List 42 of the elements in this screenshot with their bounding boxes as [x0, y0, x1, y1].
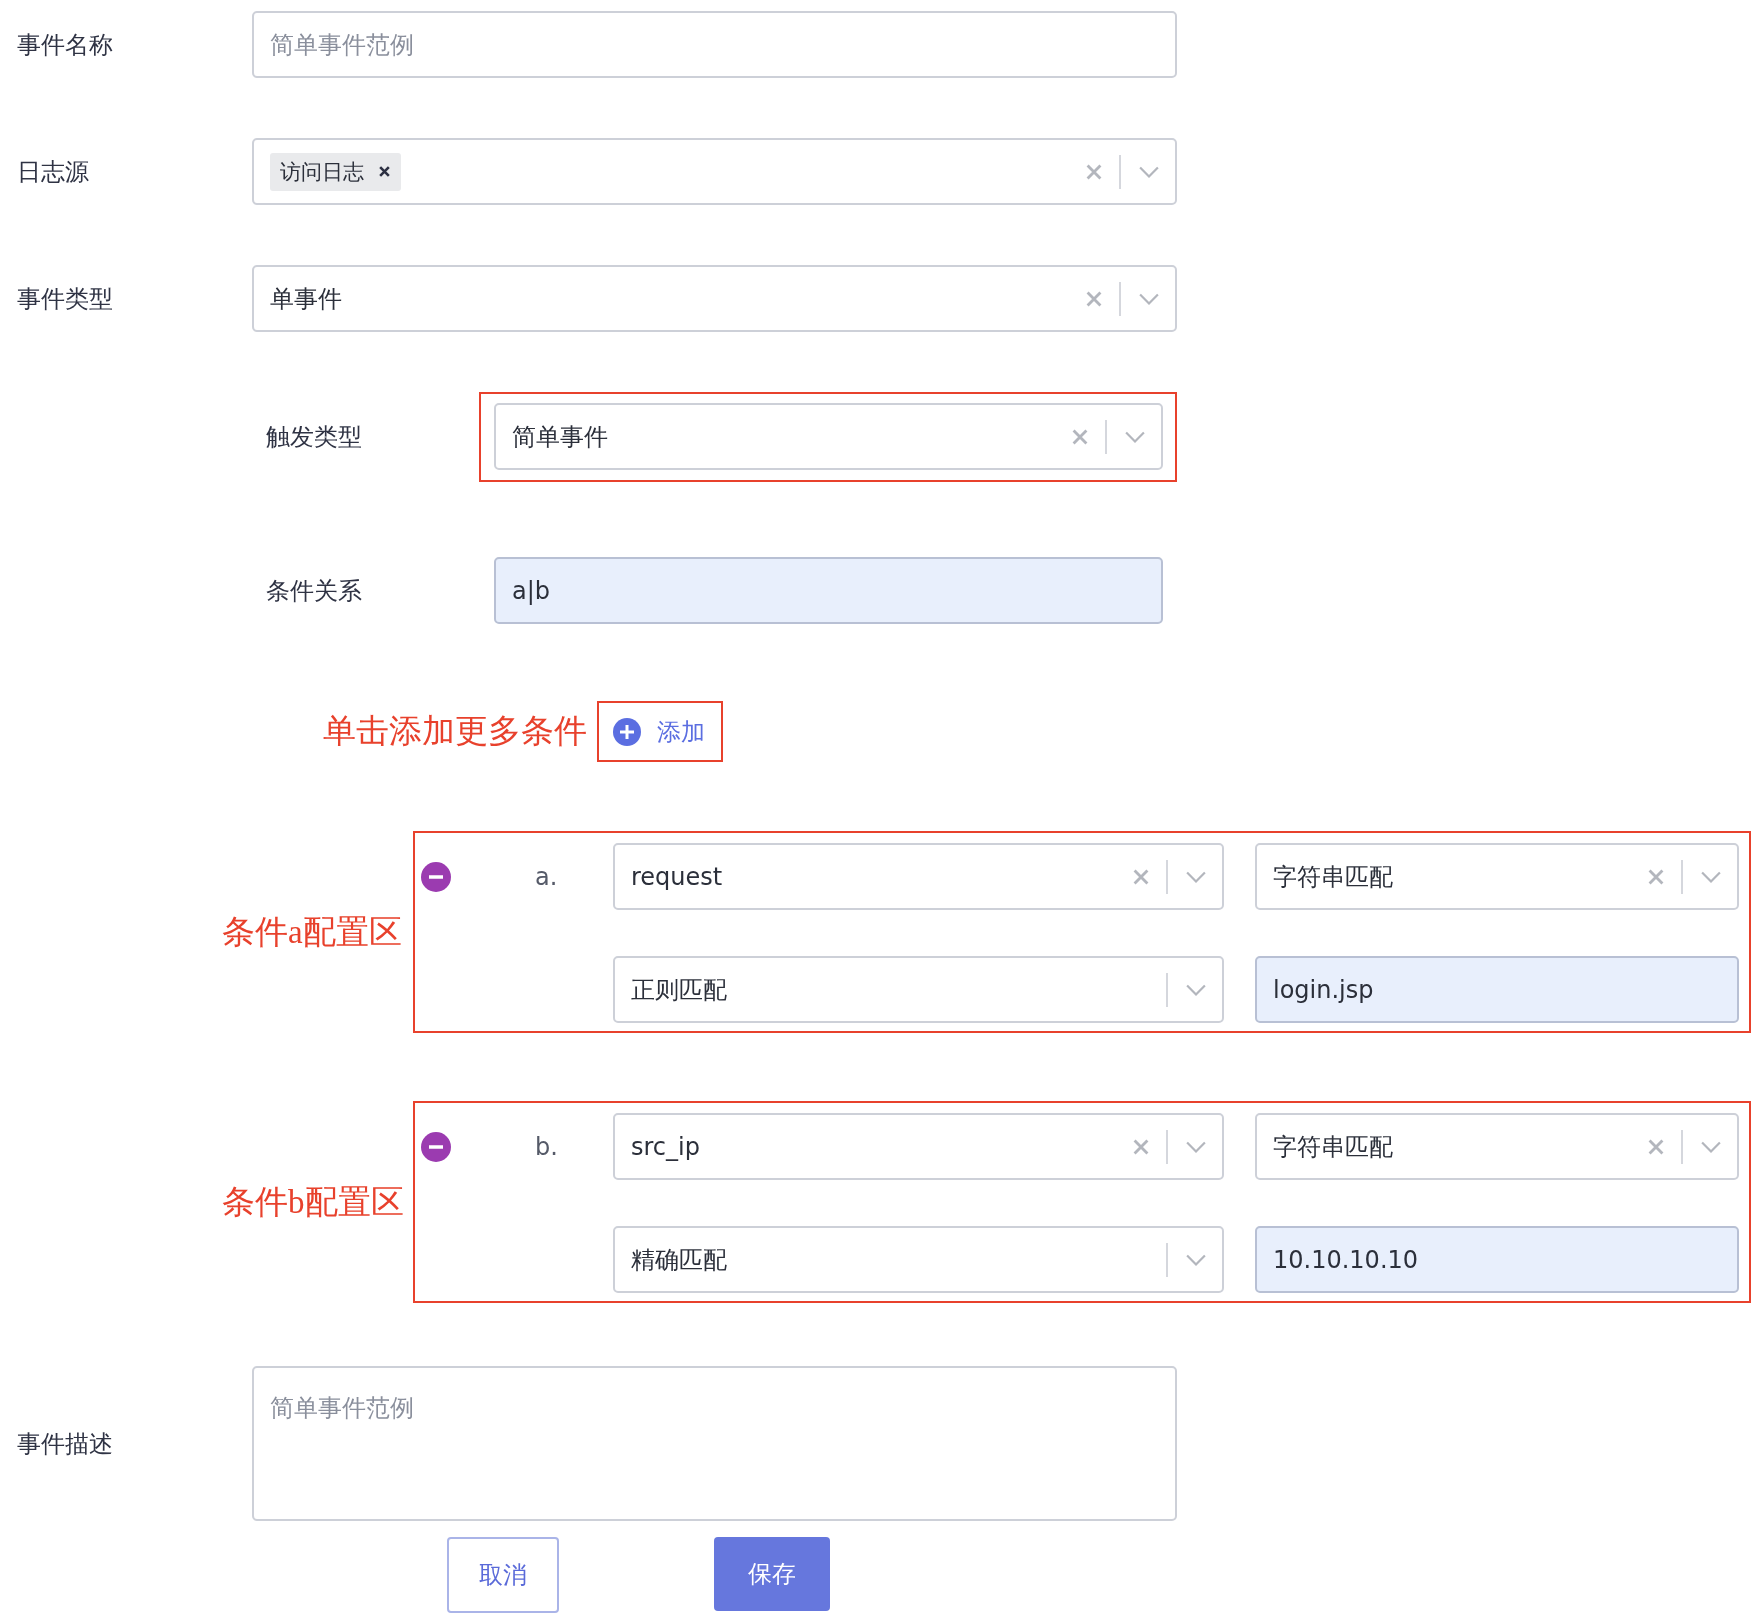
save-button[interactable]: 保存 — [714, 1537, 830, 1611]
field-label: 事件类型 — [16, 283, 114, 315]
relation-input[interactable]: a|b — [494, 557, 1163, 624]
tag-chip: 访问日志 — [270, 152, 401, 191]
remove-icon[interactable] — [421, 861, 451, 892]
chevron-icon[interactable] — [1186, 870, 1206, 883]
chevron-icon[interactable] — [1125, 430, 1145, 443]
cancel-button[interactable]: 取消 — [447, 1537, 559, 1613]
select-field[interactable]: 精确匹配 — [613, 1226, 1224, 1293]
chevron-icon[interactable] — [1186, 983, 1206, 996]
annotation-text: 单击添加更多条件 — [323, 712, 587, 751]
remove-icon[interactable] — [421, 1131, 451, 1162]
condition-letter: b. — [535, 1132, 558, 1161]
field-label: 条件关系 — [266, 575, 363, 607]
select-field[interactable]: 单事件 — [252, 265, 1177, 332]
select-field[interactable]: 字符串匹配 — [1255, 1113, 1739, 1180]
field-label: 触发类型 — [266, 422, 363, 453]
add-button[interactable]: 添加 — [609, 715, 709, 748]
plus-icon — [613, 717, 641, 746]
value-input[interactable]: login.jsp — [1255, 956, 1739, 1023]
field-label: 事件描述 — [16, 1428, 114, 1460]
condition-letter: a. — [535, 862, 558, 891]
description-textarea[interactable]: 简单事件范例 — [252, 1366, 1177, 1521]
chevron-icon[interactable] — [1139, 165, 1159, 178]
value-input[interactable]: 10.10.10.10 — [1255, 1226, 1739, 1293]
field-label: 日志源 — [16, 156, 90, 188]
chevron-icon[interactable] — [1186, 1140, 1206, 1153]
multi-select[interactable]: 访问日志 — [252, 138, 1177, 205]
name-input[interactable]: 简单事件范例 — [252, 11, 1177, 78]
chevron-icon[interactable] — [1186, 1253, 1206, 1266]
select-field[interactable]: 正则匹配 — [613, 956, 1224, 1023]
select-field[interactable]: request — [613, 843, 1224, 910]
close-icon[interactable] — [378, 165, 391, 178]
select-field[interactable]: 简单事件 — [494, 403, 1163, 470]
select-field[interactable]: src_ip — [613, 1113, 1224, 1180]
chevron-icon[interactable] — [1139, 292, 1159, 305]
select-field[interactable]: 字符串匹配 — [1255, 843, 1739, 910]
annotation-text: 条件b配置区 — [222, 1182, 405, 1222]
annotation-text: 条件a配置区 — [222, 912, 403, 952]
chevron-icon[interactable] — [1701, 870, 1721, 883]
field-label: 事件名称 — [16, 29, 114, 61]
chevron-icon[interactable] — [1701, 1140, 1721, 1153]
